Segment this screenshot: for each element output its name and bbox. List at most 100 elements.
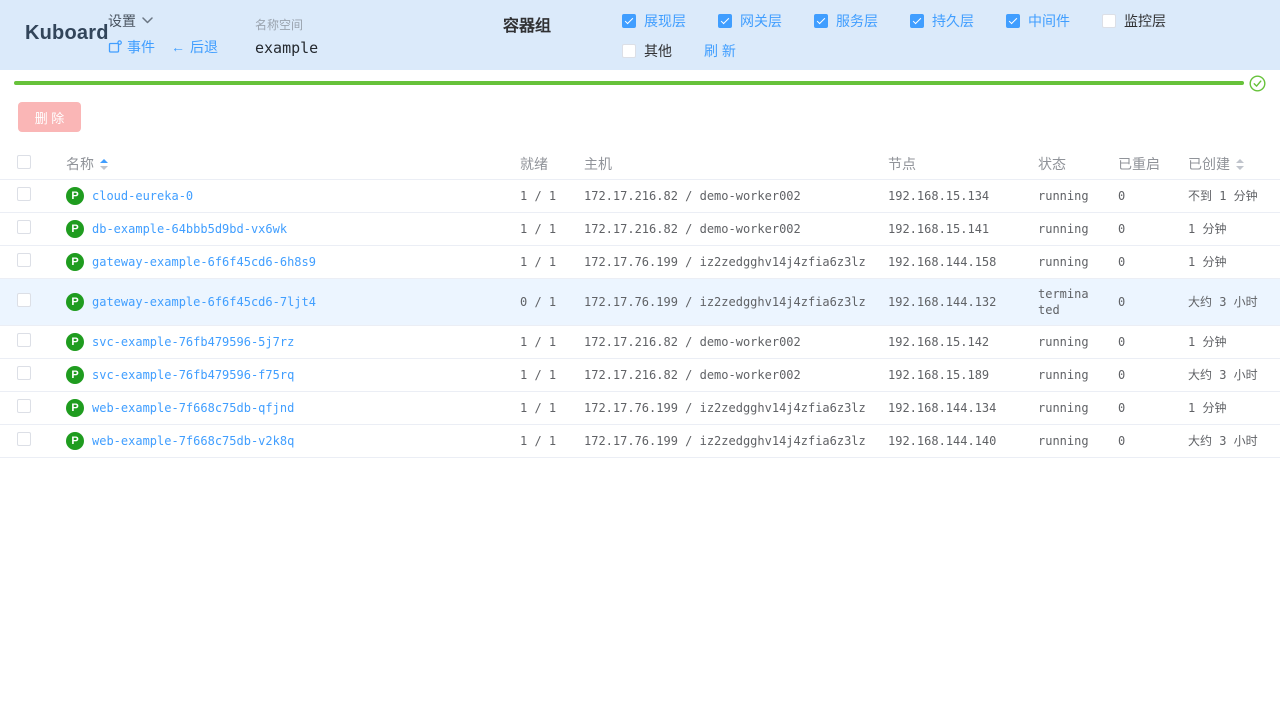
host-cell: 172.17.216.82 / demo-worker002	[574, 213, 878, 246]
table-header-row: 名称 就绪 主机 节点 状态 已重启 已创建	[0, 148, 1280, 180]
host-cell: 172.17.76.199 / iz2zedgghv14j4zfia6z3lz	[574, 392, 878, 425]
namespace-value[interactable]: example	[255, 39, 318, 57]
ready-cell: 1 / 1	[510, 425, 574, 458]
pod-icon: P	[66, 432, 84, 450]
page-title: 容器组	[503, 12, 551, 36]
layer-filter[interactable]: 服务层	[814, 6, 878, 36]
row-checkbox[interactable]	[17, 432, 31, 446]
layer-checkbox[interactable]	[910, 14, 924, 28]
chevron-down-icon	[142, 17, 153, 24]
created-cell: 大约 3 小时	[1178, 425, 1280, 458]
layer-checkbox[interactable]	[1102, 14, 1116, 28]
pod-name-link[interactable]: cloud-eureka-0	[92, 189, 193, 203]
table-row: Pgateway-example-6f6f45cd6-7ljt4 0 / 1 1…	[0, 279, 1280, 326]
namespace-label: 名称空间	[255, 16, 318, 33]
ready-cell: 1 / 1	[510, 326, 574, 359]
pod-name-link[interactable]: gateway-example-6f6f45cd6-6h8s9	[92, 255, 316, 269]
created-cell: 1 分钟	[1178, 326, 1280, 359]
host-cell: 172.17.216.82 / demo-worker002	[574, 326, 878, 359]
sort-asc-caret[interactable]	[1236, 159, 1244, 163]
layer-checkbox[interactable]	[718, 14, 732, 28]
pod-icon: P	[66, 220, 84, 238]
refresh-link[interactable]: 刷 新	[704, 36, 736, 66]
created-cell: 1 分钟	[1178, 246, 1280, 279]
layer-filter[interactable]: 其他	[622, 36, 672, 66]
pod-table-body: Pcloud-eureka-0 1 / 1 172.17.216.82 / de…	[0, 180, 1280, 458]
table-row: Pgateway-example-6f6f45cd6-6h8s9 1 / 1 1…	[0, 246, 1280, 279]
layer-checkbox[interactable]	[814, 14, 828, 28]
created-cell: 1 分钟	[1178, 392, 1280, 425]
pod-name-link[interactable]: svc-example-76fb479596-5j7rz	[92, 335, 294, 349]
column-header-created: 已创建	[1188, 156, 1230, 172]
restarts-cell: 0	[1108, 213, 1178, 246]
created-cell: 不到 1 分钟	[1178, 180, 1280, 213]
row-checkbox[interactable]	[17, 333, 31, 347]
header-links: 事件 ← 后退	[108, 38, 218, 55]
column-header-host: 主机	[584, 156, 612, 172]
pod-table: 名称 就绪 主机 节点 状态 已重启 已创建 Pcloud-eureka-0 1…	[0, 148, 1280, 458]
node-cell: 192.168.15.134	[878, 180, 1028, 213]
back-arrow-icon: ←	[171, 40, 185, 54]
pod-icon: P	[66, 293, 84, 311]
table-row: Pweb-example-7f668c75db-qfjnd 1 / 1 172.…	[0, 392, 1280, 425]
status-cell: running	[1028, 246, 1108, 279]
row-checkbox[interactable]	[17, 293, 31, 307]
sort-desc-caret[interactable]	[100, 166, 108, 170]
layer-checkbox-label: 中间件	[1028, 11, 1070, 31]
layer-checkbox-label: 其他	[644, 41, 672, 61]
status-cell: running	[1028, 213, 1108, 246]
column-header-status: 状态	[1038, 156, 1066, 172]
row-checkbox[interactable]	[17, 220, 31, 234]
pod-name-link[interactable]: gateway-example-6f6f45cd6-7ljt4	[92, 295, 316, 309]
layer-filter[interactable]: 网关层	[718, 6, 782, 36]
delete-button[interactable]: 删 除	[18, 102, 81, 132]
table-row: Pdb-example-64bbb5d9bd-vx6wk 1 / 1 172.1…	[0, 213, 1280, 246]
layer-filter[interactable]: 监控层	[1102, 6, 1166, 36]
app-logo[interactable]: Kuboard	[25, 22, 109, 45]
node-cell: 192.168.15.189	[878, 359, 1028, 392]
sort-control-created[interactable]	[1236, 159, 1244, 170]
layer-filters: 展现层 网关层 服务层 持久层 中间件 监控层 其他 刷 新	[622, 6, 1270, 66]
pod-name-link[interactable]: svc-example-76fb479596-f75rq	[92, 368, 294, 382]
pod-icon: P	[66, 399, 84, 417]
node-cell: 192.168.144.140	[878, 425, 1028, 458]
row-checkbox[interactable]	[17, 366, 31, 380]
host-cell: 172.17.76.199 / iz2zedgghv14j4zfia6z3lz	[574, 425, 878, 458]
layer-filter[interactable]: 展现层	[622, 6, 686, 36]
pod-icon: P	[66, 253, 84, 271]
sort-control-name[interactable]	[100, 159, 108, 170]
column-header-node: 节点	[888, 156, 916, 172]
layer-checkbox[interactable]	[622, 14, 636, 28]
ready-cell: 0 / 1	[510, 279, 574, 326]
layer-checkbox[interactable]	[1006, 14, 1020, 28]
created-cell: 大约 3 小时	[1178, 279, 1280, 326]
layer-filter[interactable]: 中间件	[1006, 6, 1070, 36]
namespace-block: 名称空间 example	[255, 16, 318, 57]
back-label: 后退	[190, 37, 218, 57]
node-cell: 192.168.144.158	[878, 246, 1028, 279]
pod-name-link[interactable]: db-example-64bbb5d9bd-vx6wk	[92, 222, 287, 236]
events-link[interactable]: 事件	[108, 37, 155, 57]
layer-checkbox-label: 展现层	[644, 11, 686, 31]
pod-name-link[interactable]: web-example-7f668c75db-qfjnd	[92, 401, 294, 415]
restarts-cell: 0	[1108, 359, 1178, 392]
settings-menu[interactable]: 设置	[108, 12, 218, 29]
row-checkbox[interactable]	[17, 253, 31, 267]
restarts-cell: 0	[1108, 392, 1178, 425]
sort-desc-caret[interactable]	[1236, 166, 1244, 170]
column-header-restarts: 已重启	[1118, 156, 1160, 172]
select-all-checkbox[interactable]	[17, 155, 31, 169]
events-icon	[108, 40, 122, 54]
layer-checkbox[interactable]	[622, 44, 636, 58]
column-header-name: 名称	[66, 156, 94, 172]
sort-asc-caret[interactable]	[100, 159, 108, 163]
host-cell: 172.17.76.199 / iz2zedgghv14j4zfia6z3lz	[574, 246, 878, 279]
layer-filter[interactable]: 持久层	[910, 6, 974, 36]
table-row: Pcloud-eureka-0 1 / 1 172.17.216.82 / de…	[0, 180, 1280, 213]
ready-cell: 1 / 1	[510, 213, 574, 246]
row-checkbox[interactable]	[17, 187, 31, 201]
back-link[interactable]: ← 后退	[171, 37, 218, 57]
pod-name-link[interactable]: web-example-7f668c75db-v2k8q	[92, 434, 294, 448]
row-checkbox[interactable]	[17, 399, 31, 413]
pod-icon: P	[66, 333, 84, 351]
